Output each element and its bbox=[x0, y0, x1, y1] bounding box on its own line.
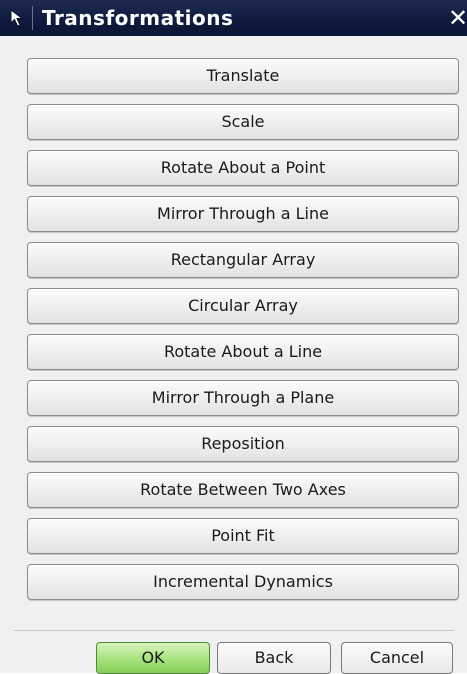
title-separator bbox=[32, 6, 33, 30]
circular-array-button[interactable]: Circular Array bbox=[27, 288, 459, 324]
rotate-between-two-axes-button[interactable]: Rotate Between Two Axes bbox=[27, 472, 459, 508]
back-button[interactable]: Back bbox=[217, 642, 331, 674]
incremental-dynamics-button[interactable]: Incremental Dynamics bbox=[27, 564, 459, 600]
point-fit-button[interactable]: Point Fit bbox=[27, 518, 459, 554]
mirror-through-line-button[interactable]: Mirror Through a Line bbox=[27, 196, 459, 232]
translate-button[interactable]: Translate bbox=[27, 58, 459, 94]
rectangular-array-button[interactable]: Rectangular Array bbox=[27, 242, 459, 278]
rotate-about-line-button[interactable]: Rotate About a Line bbox=[27, 334, 459, 370]
mirror-through-plane-button[interactable]: Mirror Through a Plane bbox=[27, 380, 459, 416]
rotate-about-point-button[interactable]: Rotate About a Point bbox=[27, 150, 459, 186]
footer-divider bbox=[14, 630, 454, 631]
dialog-title: Transformations bbox=[42, 6, 234, 30]
ok-button[interactable]: OK bbox=[96, 642, 210, 674]
close-icon[interactable]: ✕ bbox=[448, 4, 467, 32]
transformations-dialog: Transformations ✕ Translate Scale Rotate… bbox=[0, 0, 467, 674]
cancel-button[interactable]: Cancel bbox=[341, 642, 453, 674]
reposition-button[interactable]: Reposition bbox=[27, 426, 459, 462]
arrow-cursor-icon bbox=[10, 8, 24, 27]
title-bar[interactable]: Transformations ✕ bbox=[0, 0, 467, 36]
scale-button[interactable]: Scale bbox=[27, 104, 459, 140]
